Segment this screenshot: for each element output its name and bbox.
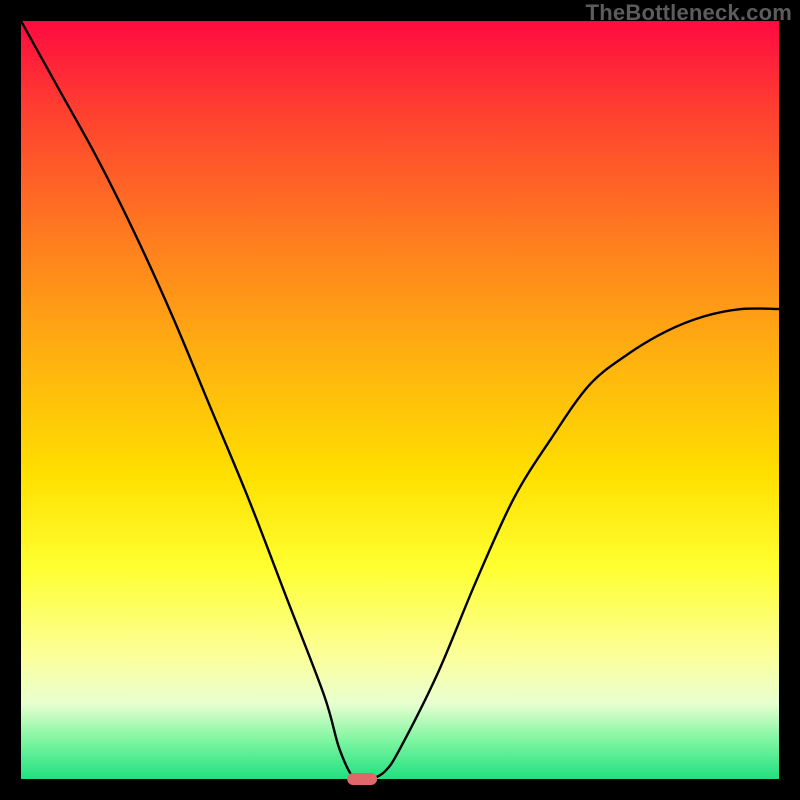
- bottleneck-chart: TheBottleneck.com: [0, 0, 800, 800]
- optimum-marker: [347, 773, 377, 785]
- bottleneck-curve: [21, 21, 779, 782]
- plot-area: [21, 21, 779, 779]
- chart-svg: [21, 21, 779, 779]
